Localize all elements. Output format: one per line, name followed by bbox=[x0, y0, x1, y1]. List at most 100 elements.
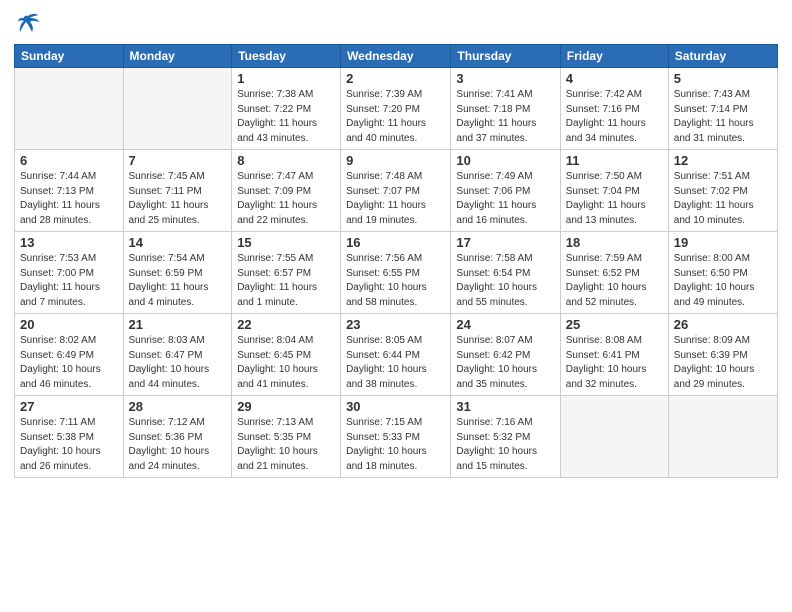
day-info: Sunrise: 8:08 AM Sunset: 6:41 PM Dayligh… bbox=[566, 334, 663, 392]
calendar-cell: 7 Sunrise: 7:45 AM Sunset: 7:11 PM Daylig… bbox=[123, 150, 232, 232]
calendar-cell: 4 Sunrise: 7:42 AM Sunset: 7:16 PM Daylig… bbox=[560, 68, 668, 150]
calendar-cell: 2 Sunrise: 7:39 AM Sunset: 7:20 PM Daylig… bbox=[341, 68, 451, 150]
calendar-cell: 5 Sunrise: 7:43 AM Sunset: 7:14 PM Daylig… bbox=[668, 68, 777, 150]
day-number: 5 bbox=[674, 71, 772, 86]
day-info: Sunrise: 7:41 AM Sunset: 7:18 PM Dayligh… bbox=[456, 88, 554, 146]
day-number: 9 bbox=[346, 153, 445, 168]
calendar-cell: 18 Sunrise: 7:59 AM Sunset: 6:52 PM Dayli… bbox=[560, 232, 668, 314]
week-row-4: 27 Sunrise: 7:11 AM Sunset: 5:38 PM Dayli… bbox=[15, 396, 778, 478]
day-info: Sunrise: 7:53 AM Sunset: 7:00 PM Dayligh… bbox=[20, 252, 118, 310]
week-row-1: 6 Sunrise: 7:44 AM Sunset: 7:13 PM Daylig… bbox=[15, 150, 778, 232]
logo bbox=[14, 10, 46, 38]
day-info: Sunrise: 7:58 AM Sunset: 6:54 PM Dayligh… bbox=[456, 252, 554, 310]
day-info: Sunrise: 7:50 AM Sunset: 7:04 PM Dayligh… bbox=[566, 170, 663, 228]
day-number: 14 bbox=[129, 235, 227, 250]
day-number: 11 bbox=[566, 153, 663, 168]
day-info: Sunrise: 8:09 AM Sunset: 6:39 PM Dayligh… bbox=[674, 334, 772, 392]
calendar-cell: 25 Sunrise: 8:08 AM Sunset: 6:41 PM Dayli… bbox=[560, 314, 668, 396]
day-info: Sunrise: 7:48 AM Sunset: 7:07 PM Dayligh… bbox=[346, 170, 445, 228]
calendar-cell: 3 Sunrise: 7:41 AM Sunset: 7:18 PM Daylig… bbox=[451, 68, 560, 150]
calendar-cell: 1Sunrise: 7:38 AM Sunset: 7:22 PM Daylig… bbox=[232, 68, 341, 150]
calendar-cell: 30 Sunrise: 7:15 AM Sunset: 5:33 PM Dayli… bbox=[341, 396, 451, 478]
day-number: 22 bbox=[237, 317, 335, 332]
calendar-cell: 27 Sunrise: 7:11 AM Sunset: 5:38 PM Dayli… bbox=[15, 396, 124, 478]
day-info: Sunrise: 7:44 AM Sunset: 7:13 PM Dayligh… bbox=[20, 170, 118, 228]
calendar-cell: 31 Sunrise: 7:16 AM Sunset: 5:32 PM Dayli… bbox=[451, 396, 560, 478]
day-number: 27 bbox=[20, 399, 118, 414]
day-number: 6 bbox=[20, 153, 118, 168]
weekday-header-wednesday: Wednesday bbox=[341, 45, 451, 68]
calendar-cell: 8 Sunrise: 7:47 AM Sunset: 7:09 PM Daylig… bbox=[232, 150, 341, 232]
day-info: Sunrise: 7:12 AM Sunset: 5:36 PM Dayligh… bbox=[129, 416, 227, 474]
day-number: 30 bbox=[346, 399, 445, 414]
day-number: 24 bbox=[456, 317, 554, 332]
day-number: 25 bbox=[566, 317, 663, 332]
day-number: 18 bbox=[566, 235, 663, 250]
day-number: 31 bbox=[456, 399, 554, 414]
day-number: 28 bbox=[129, 399, 227, 414]
day-number: 15 bbox=[237, 235, 335, 250]
day-info: Sunrise: 7:47 AM Sunset: 7:09 PM Dayligh… bbox=[237, 170, 335, 228]
day-info: Sunrise: 7:45 AM Sunset: 7:11 PM Dayligh… bbox=[129, 170, 227, 228]
day-number: 29 bbox=[237, 399, 335, 414]
calendar-cell: 19 Sunrise: 8:00 AM Sunset: 6:50 PM Dayli… bbox=[668, 232, 777, 314]
day-number: 10 bbox=[456, 153, 554, 168]
header bbox=[14, 10, 778, 38]
week-row-3: 20 Sunrise: 8:02 AM Sunset: 6:49 PM Dayli… bbox=[15, 314, 778, 396]
day-number: 16 bbox=[346, 235, 445, 250]
day-number: 2 bbox=[346, 71, 445, 86]
weekday-header-row: SundayMondayTuesdayWednesdayThursdayFrid… bbox=[15, 45, 778, 68]
day-info: Sunrise: 7:15 AM Sunset: 5:33 PM Dayligh… bbox=[346, 416, 445, 474]
day-number: 21 bbox=[129, 317, 227, 332]
calendar-cell: 28 Sunrise: 7:12 AM Sunset: 5:36 PM Dayli… bbox=[123, 396, 232, 478]
weekday-header-thursday: Thursday bbox=[451, 45, 560, 68]
day-number: 8 bbox=[237, 153, 335, 168]
weekday-header-monday: Monday bbox=[123, 45, 232, 68]
day-number: 20 bbox=[20, 317, 118, 332]
day-info: Sunrise: 7:38 AM Sunset: 7:22 PM Dayligh… bbox=[237, 88, 335, 146]
calendar-cell: 23 Sunrise: 8:05 AM Sunset: 6:44 PM Dayli… bbox=[341, 314, 451, 396]
day-number: 19 bbox=[674, 235, 772, 250]
day-info: Sunrise: 7:51 AM Sunset: 7:02 PM Dayligh… bbox=[674, 170, 772, 228]
day-info: Sunrise: 8:05 AM Sunset: 6:44 PM Dayligh… bbox=[346, 334, 445, 392]
calendar-cell: 16 Sunrise: 7:56 AM Sunset: 6:55 PM Dayli… bbox=[341, 232, 451, 314]
day-number: 13 bbox=[20, 235, 118, 250]
calendar-cell: 14 Sunrise: 7:54 AM Sunset: 6:59 PM Dayli… bbox=[123, 232, 232, 314]
week-row-0: 1Sunrise: 7:38 AM Sunset: 7:22 PM Daylig… bbox=[15, 68, 778, 150]
calendar-cell bbox=[560, 396, 668, 478]
weekday-header-sunday: Sunday bbox=[15, 45, 124, 68]
day-info: Sunrise: 8:02 AM Sunset: 6:49 PM Dayligh… bbox=[20, 334, 118, 392]
day-info: Sunrise: 7:55 AM Sunset: 6:57 PM Dayligh… bbox=[237, 252, 335, 310]
day-info: Sunrise: 7:49 AM Sunset: 7:06 PM Dayligh… bbox=[456, 170, 554, 228]
day-number: 7 bbox=[129, 153, 227, 168]
day-info: Sunrise: 8:07 AM Sunset: 6:42 PM Dayligh… bbox=[456, 334, 554, 392]
calendar-table: SundayMondayTuesdayWednesdayThursdayFrid… bbox=[14, 44, 778, 478]
weekday-header-friday: Friday bbox=[560, 45, 668, 68]
day-info: Sunrise: 8:00 AM Sunset: 6:50 PM Dayligh… bbox=[674, 252, 772, 310]
day-number: 23 bbox=[346, 317, 445, 332]
calendar-cell: 22 Sunrise: 8:04 AM Sunset: 6:45 PM Dayli… bbox=[232, 314, 341, 396]
calendar-cell: 20 Sunrise: 8:02 AM Sunset: 6:49 PM Dayli… bbox=[15, 314, 124, 396]
day-info: Sunrise: 7:39 AM Sunset: 7:20 PM Dayligh… bbox=[346, 88, 445, 146]
day-info: Sunrise: 7:59 AM Sunset: 6:52 PM Dayligh… bbox=[566, 252, 663, 310]
day-number: 26 bbox=[674, 317, 772, 332]
calendar-cell: 9 Sunrise: 7:48 AM Sunset: 7:07 PM Daylig… bbox=[341, 150, 451, 232]
calendar-cell: 17Sunrise: 7:58 AM Sunset: 6:54 PM Dayli… bbox=[451, 232, 560, 314]
day-info: Sunrise: 7:43 AM Sunset: 7:14 PM Dayligh… bbox=[674, 88, 772, 146]
day-info: Sunrise: 7:11 AM Sunset: 5:38 PM Dayligh… bbox=[20, 416, 118, 474]
calendar-cell: 6 Sunrise: 7:44 AM Sunset: 7:13 PM Daylig… bbox=[15, 150, 124, 232]
calendar-cell: 15 Sunrise: 7:55 AM Sunset: 6:57 PM Dayli… bbox=[232, 232, 341, 314]
day-number: 3 bbox=[456, 71, 554, 86]
calendar-cell: 21Sunrise: 8:03 AM Sunset: 6:47 PM Dayli… bbox=[123, 314, 232, 396]
day-number: 4 bbox=[566, 71, 663, 86]
day-info: Sunrise: 7:56 AM Sunset: 6:55 PM Dayligh… bbox=[346, 252, 445, 310]
calendar-container: SundayMondayTuesdayWednesdayThursdayFrid… bbox=[0, 0, 792, 612]
calendar-cell: 11 Sunrise: 7:50 AM Sunset: 7:04 PM Dayli… bbox=[560, 150, 668, 232]
calendar-cell: 29Sunrise: 7:13 AM Sunset: 5:35 PM Dayli… bbox=[232, 396, 341, 478]
day-info: Sunrise: 8:04 AM Sunset: 6:45 PM Dayligh… bbox=[237, 334, 335, 392]
calendar-cell bbox=[15, 68, 124, 150]
day-info: Sunrise: 7:16 AM Sunset: 5:32 PM Dayligh… bbox=[456, 416, 554, 474]
day-info: Sunrise: 7:54 AM Sunset: 6:59 PM Dayligh… bbox=[129, 252, 227, 310]
day-info: Sunrise: 7:42 AM Sunset: 7:16 PM Dayligh… bbox=[566, 88, 663, 146]
calendar-cell: 13 Sunrise: 7:53 AM Sunset: 7:00 PM Dayli… bbox=[15, 232, 124, 314]
